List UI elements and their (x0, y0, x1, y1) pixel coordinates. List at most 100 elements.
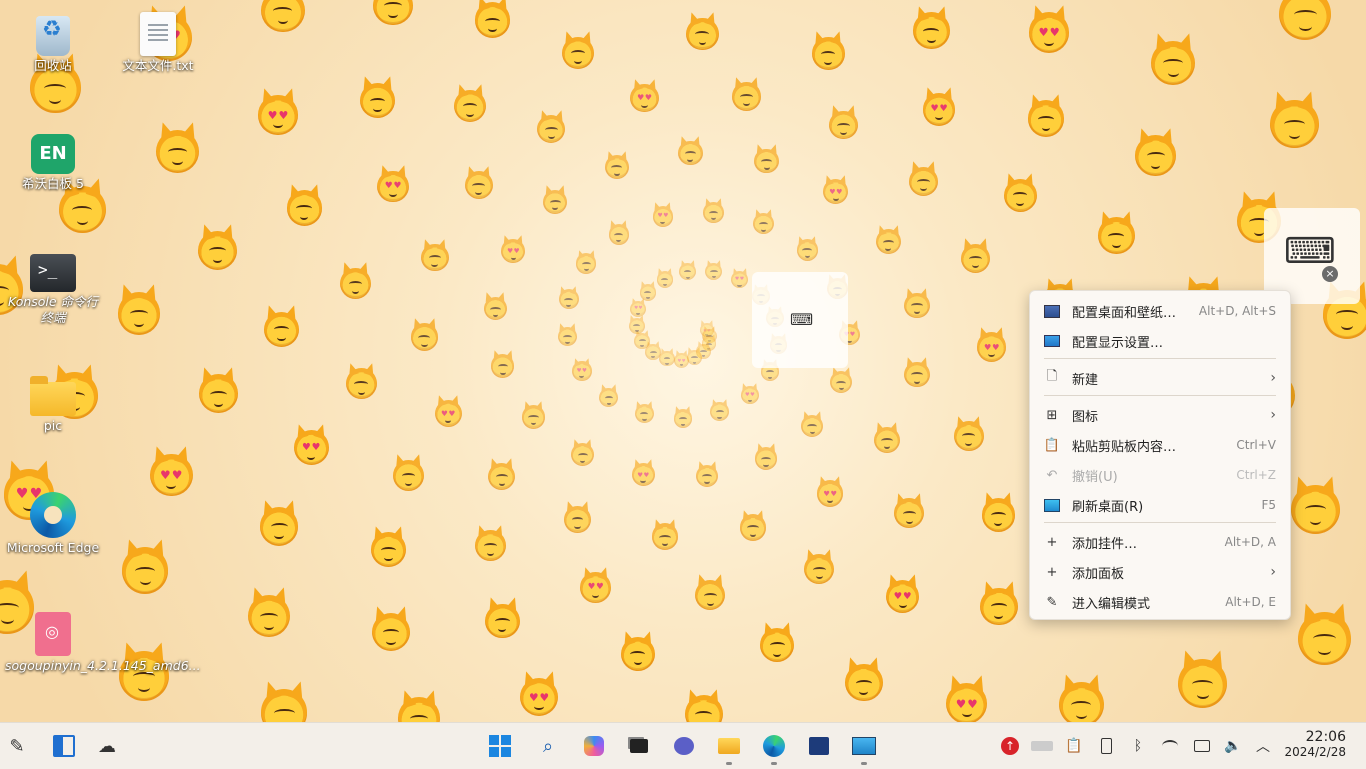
wallpaper-cat (823, 179, 848, 204)
wallpaper-cat (393, 460, 424, 491)
wallpaper-cat (754, 149, 779, 174)
keyboard-widget[interactable]: ⌨ (752, 272, 848, 368)
wallpaper-cat (485, 604, 519, 638)
wallpaper-cat (558, 327, 578, 347)
wallpaper-cat (248, 595, 290, 637)
wallpaper-cat (705, 263, 722, 280)
desktop-icon-sogou-deb[interactable]: sogoupinyin_4.2.1.145_amd6... (5, 612, 101, 674)
wallpaper-cat (491, 354, 514, 377)
wallpaper-cat (923, 93, 956, 126)
menu-item-new[interactable]: 🗋 新建 › (1044, 364, 1276, 392)
menu-item-add-widget[interactable]: + 添加挂件… Alt+D, A (1044, 528, 1276, 556)
menu-item-icons[interactable]: ⊞ 图标 › (1044, 401, 1276, 429)
system-clock[interactable]: 22:06 2024/2/28 (1284, 729, 1346, 759)
wallpaper-cat (1279, 0, 1331, 40)
wallpaper-cat (371, 532, 406, 567)
wallpaper-cat (760, 628, 794, 662)
wallpaper-cat (1135, 135, 1176, 176)
wallpaper-cat (287, 190, 322, 225)
wallpaper-cat (543, 190, 567, 214)
menu-item-label: 图标 (1072, 406, 1270, 425)
wallpaper-cat (657, 271, 674, 288)
wallpaper-cat (156, 130, 199, 173)
chevron-right-icon: › (1270, 370, 1276, 386)
wallpaper-cat (946, 683, 988, 722)
input-method-icon[interactable] (1030, 735, 1054, 757)
wallpaper-cat (732, 82, 761, 111)
desktop-icon-label: 希沃白板 5 (5, 176, 101, 192)
desktop-icon-edge[interactable]: Microsoft Edge (5, 492, 101, 556)
pen-icon[interactable]: ✎ (2, 731, 32, 761)
desktop-icon-text-file[interactable]: 文本文件.txt (110, 12, 206, 74)
wallpaper-cat (674, 409, 693, 428)
store-icon[interactable] (804, 731, 834, 761)
menu-item-configure-wallpaper[interactable]: 配置桌面和壁纸… Alt+D, Alt+S (1044, 297, 1276, 325)
wallpaper-cat (741, 386, 759, 404)
wallpaper-cat (435, 400, 462, 427)
wallpaper-cat (696, 465, 719, 488)
menu-item-configure-display[interactable]: 配置显示设置… (1044, 327, 1276, 355)
menu-item-edit-mode[interactable]: ✎ 进入编辑模式 Alt+D, E (1044, 588, 1276, 616)
menu-item-shortcut: Ctrl+V (1236, 438, 1276, 452)
plus-icon: + (1044, 564, 1060, 580)
cloud-sync-icon[interactable]: ☁ (92, 731, 122, 761)
widgets-icon[interactable] (49, 731, 79, 761)
wallpaper-cat (564, 506, 591, 533)
wallpaper-cat (678, 141, 703, 166)
chevron-up-icon[interactable]: ︿ (1252, 735, 1274, 757)
menu-item-add-panel[interactable]: + 添加面板 › (1044, 558, 1276, 586)
wallpaper-cat (562, 37, 594, 69)
desktop-icon-label: sogoupinyin_4.2.1.145_amd6... (5, 658, 101, 674)
menu-item-paste[interactable]: 📋 粘贴剪贴板内容… Ctrl+V (1044, 431, 1276, 459)
wallpaper-cat (1098, 217, 1135, 254)
wallpaper-cat (118, 292, 161, 335)
bluetooth-icon[interactable]: ᛒ (1127, 735, 1149, 757)
menu-item-shortcut: Alt+D, A (1225, 535, 1276, 549)
volume-icon[interactable]: 🔈 (1222, 735, 1244, 757)
wallpaper-cat (982, 498, 1016, 532)
wallpaper-cat (572, 361, 592, 381)
wallpaper-cat (731, 271, 748, 288)
close-icon[interactable]: × (1322, 266, 1338, 282)
text-file-icon (140, 12, 176, 56)
desktop-icon-pic-folder[interactable]: pic (5, 372, 101, 434)
wifi-icon[interactable] (1159, 735, 1181, 757)
battery-icon[interactable] (1095, 735, 1117, 757)
menu-item-shortcut: Alt+D, Alt+S (1199, 304, 1276, 318)
remote-desktop-icon[interactable] (849, 731, 879, 761)
display-icon (1044, 333, 1060, 349)
menu-item-label: 粘贴剪贴板内容… (1072, 436, 1236, 455)
wallpaper-cat (703, 202, 724, 223)
taskbar: ✎ ☁ ⌕ ↑ 📋 ᛒ (0, 722, 1366, 769)
wallpaper-cat (340, 268, 371, 299)
wallpaper-cat (740, 514, 766, 540)
clipboard-icon[interactable]: 📋 (1063, 735, 1085, 757)
en-whiteboard-icon: EN (31, 134, 75, 174)
wallpaper-cat (634, 333, 650, 349)
wallpaper-cat (652, 523, 679, 550)
wallpaper-cat (1004, 179, 1037, 212)
chat-icon[interactable] (669, 731, 699, 761)
copilot-icon[interactable] (579, 731, 609, 761)
menu-separator (1044, 395, 1276, 396)
update-alert-icon[interactable]: ↑ (999, 735, 1021, 757)
file-explorer-icon[interactable] (714, 731, 744, 761)
task-view-icon[interactable] (624, 731, 654, 761)
desktop-icon-whiteboard[interactable]: EN 希沃白板 5 (5, 134, 101, 192)
menu-item-label: 刷新桌面(R) (1072, 496, 1261, 515)
menu-item-refresh[interactable]: 刷新桌面(R) F5 (1044, 491, 1276, 519)
terminal-icon (30, 254, 76, 292)
menu-separator (1044, 522, 1276, 523)
wallpaper-cat (812, 37, 844, 69)
search-icon[interactable]: ⌕ (533, 731, 563, 761)
desktop-icon-recycle-bin[interactable]: 回收站 (5, 12, 101, 74)
desktop-icon-konsole[interactable]: Konsole 命令行终端 (5, 254, 101, 326)
wallpaper-cat (484, 297, 508, 321)
wallpaper-cat (980, 588, 1018, 626)
menu-item-label: 配置显示设置… (1072, 332, 1276, 351)
start-icon[interactable] (485, 731, 515, 761)
menu-separator (1044, 358, 1276, 359)
display-icon[interactable] (1191, 735, 1213, 757)
edge-icon[interactable] (759, 731, 789, 761)
wallpaper-cat (817, 480, 843, 506)
